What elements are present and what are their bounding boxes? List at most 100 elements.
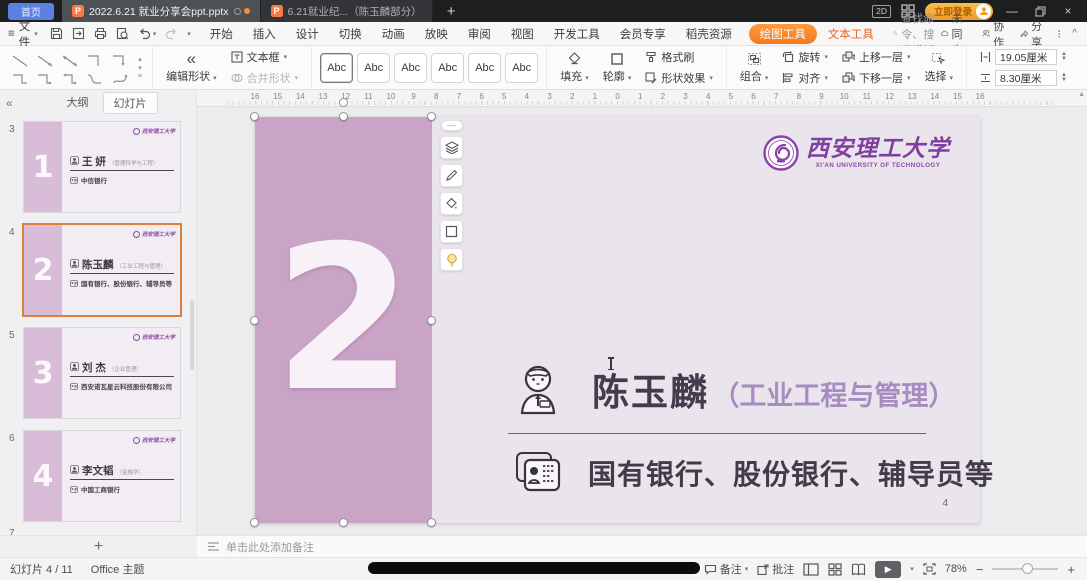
slide-canvas[interactable]: 1615141312111098765432101234567891011121… — [197, 90, 1087, 535]
slide-title-suffix[interactable]: （工业工程与管理） — [712, 381, 955, 411]
outline-button[interactable]: 轮廓 ▾ — [596, 52, 639, 84]
ribbon-tab[interactable]: 切换 — [330, 24, 371, 44]
share-button[interactable]: 分享 — [1020, 18, 1046, 50]
play-options-icon[interactable]: ▾ — [910, 565, 914, 573]
select-button[interactable]: 选择 ▾ — [917, 52, 960, 84]
fit-slide-icon[interactable] — [923, 563, 936, 575]
shape-line-icon[interactable] — [33, 52, 57, 69]
rotate-handle[interactable] — [339, 98, 348, 107]
shape-zigzag-icon[interactable] — [58, 70, 82, 87]
slide-thumbnail[interactable]: 2 西安理工大学 陈玉麟 （工业工程与管理） 国有银行、股份银行、辅导员等 — [24, 225, 180, 315]
save-icon[interactable] — [50, 27, 63, 40]
slide-thumbnail[interactable]: 3 西安理工大学 刘 杰 （企业管理） 西安诺瓦星云科技股份有限公司 — [24, 328, 180, 418]
zoom-level[interactable]: 78% — [945, 563, 967, 575]
shape-style-preset[interactable]: Abc — [505, 53, 538, 83]
ribbon-tab[interactable]: 开发工具 — [545, 24, 609, 44]
shape-elbow-icon[interactable] — [83, 52, 107, 69]
bring-forward-button[interactable]: 上移一层▾ — [842, 49, 911, 65]
send-backward-button[interactable]: 下移一层▾ — [842, 70, 911, 86]
more-quickbar-icon[interactable]: ▾ — [187, 30, 191, 38]
shape-width-field[interactable]: 8.30厘米 ▲▼ — [980, 70, 1067, 86]
selection-handle-sw[interactable] — [250, 518, 259, 527]
zoom-out-button[interactable]: − — [976, 562, 984, 577]
ribbon-tab[interactable]: 设计 — [287, 24, 328, 44]
shape-style-preset[interactable]: Abc — [357, 53, 390, 83]
format-painter-button[interactable]: 格式刷 — [645, 49, 713, 65]
ribbon-tab[interactable]: 开始 — [201, 24, 242, 44]
mode-2d-icon[interactable]: 2D — [872, 5, 891, 18]
reading-view-icon[interactable] — [851, 563, 866, 576]
undo-button[interactable]: ▾ — [138, 28, 157, 40]
selection-handle-n[interactable] — [339, 112, 348, 121]
panel-tab[interactable]: 幻灯片 — [103, 92, 158, 114]
align-button[interactable]: 对齐▾ — [782, 70, 828, 86]
ribbon-tab[interactable]: 插入 — [244, 24, 285, 44]
more-menu-icon[interactable] — [1058, 27, 1060, 41]
fill-button[interactable]: 填充 ▾ — [553, 52, 596, 84]
collab-button[interactable]: 协作 — [982, 18, 1008, 50]
new-tab-button[interactable]: + — [447, 3, 456, 20]
rotate-button[interactable]: 旋转▾ — [782, 49, 828, 65]
layers-icon[interactable] — [440, 136, 463, 159]
ribbon-tab[interactable]: 放映 — [416, 24, 457, 44]
width-stepper[interactable]: ▲▼ — [1061, 73, 1067, 83]
height-stepper[interactable]: ▲▼ — [1061, 52, 1067, 62]
redo-icon[interactable] — [165, 28, 178, 40]
selection-handle-e[interactable] — [427, 316, 436, 325]
print-icon[interactable] — [94, 27, 107, 40]
shape-height-field[interactable]: 19.05厘米 ▲▼ — [980, 49, 1067, 65]
floating-collapse-icon[interactable]: — — [441, 120, 463, 131]
document-tab[interactable]: P 2022.6.21 就业分享会ppt.pptx — [62, 0, 261, 22]
shape-curve-icon[interactable] — [83, 70, 107, 87]
ribbon-tab[interactable]: 视图 — [502, 24, 543, 44]
shape-line-icon[interactable] — [8, 52, 32, 69]
text-box-button[interactable]: 文本框▾ — [231, 49, 299, 65]
selection-handle-se[interactable] — [427, 518, 436, 527]
pen-icon[interactable] — [440, 164, 463, 187]
shape-zigzag-icon[interactable] — [8, 70, 32, 87]
ribbon-tab[interactable]: 绘图工具 — [749, 24, 817, 44]
collapse-panel-icon[interactable]: « — [6, 96, 24, 110]
fill-bucket-icon[interactable] — [440, 192, 463, 215]
print-preview-icon[interactable] — [116, 27, 129, 40]
tips-bulb-icon[interactable] — [440, 248, 463, 271]
group-button[interactable]: 组合 ▾ — [733, 52, 776, 84]
shape-style-preset[interactable]: Abc — [468, 53, 501, 83]
edit-shape-button[interactable]: « 编辑形状 ▾ — [159, 52, 224, 84]
frame-icon[interactable] — [440, 220, 463, 243]
shape-style-preset[interactable]: Abc — [394, 53, 427, 83]
ribbon-tab[interactable]: 文本工具 — [819, 24, 883, 44]
theme-name[interactable]: Office 主题 — [91, 561, 145, 577]
normal-view-icon[interactable] — [803, 563, 819, 576]
selection-handle-s[interactable] — [339, 518, 348, 527]
gallery-scroll[interactable]: ▴▾≡ — [134, 55, 146, 80]
slide-thumbnail[interactable]: 4 西安理工大学 李文韬 （金融学） 中国工商银行 — [24, 431, 180, 521]
shape-effects-button[interactable]: 形状效果▾ — [645, 70, 713, 86]
comments-toggle[interactable]: 批注 — [757, 561, 794, 577]
shape-style-preset[interactable]: Abc — [320, 53, 353, 83]
shape-scurve-icon[interactable] — [108, 70, 132, 87]
collapse-ribbon-icon[interactable]: ^ — [1072, 28, 1077, 39]
slide-subtitle[interactable]: 国有银行、股份银行、辅导员等 — [588, 453, 994, 493]
canvas-scroll-up-icon[interactable]: ▲ — [1078, 91, 1085, 98]
notes-toggle[interactable]: 备注▾ — [704, 561, 749, 577]
zoom-slider[interactable] — [992, 568, 1058, 570]
notes-bar[interactable]: 单击此处添加备注 — [197, 535, 1087, 557]
ribbon-tab[interactable]: 审阅 — [459, 24, 500, 44]
document-tab[interactable]: P 6.21就业纪...（陈玉麟部分） — [261, 0, 433, 22]
zoom-in-button[interactable]: + — [1067, 562, 1075, 577]
slide-number-band[interactable]: 2 — [255, 117, 432, 523]
ribbon-tab[interactable]: 稻壳资源 — [677, 24, 741, 44]
ribbon-tab[interactable]: 会员专享 — [611, 24, 675, 44]
selection-handle-nw[interactable] — [250, 112, 259, 121]
add-slide-button[interactable]: + — [0, 535, 197, 557]
slide-sorter-icon[interactable] — [828, 563, 842, 576]
zoom-knob[interactable] — [1022, 563, 1033, 574]
merge-shape-button[interactable]: 合并形状▾ — [231, 70, 299, 86]
shape-elbow-icon[interactable] — [108, 52, 132, 69]
panel-tab[interactable]: 大纲 — [57, 92, 99, 114]
sidebar-scrollbar[interactable] — [190, 300, 194, 370]
selection-handle-w[interactable] — [250, 316, 259, 325]
shape-zigzag-icon[interactable] — [33, 70, 57, 87]
slideshow-play-button[interactable]: ▶ — [875, 561, 901, 578]
